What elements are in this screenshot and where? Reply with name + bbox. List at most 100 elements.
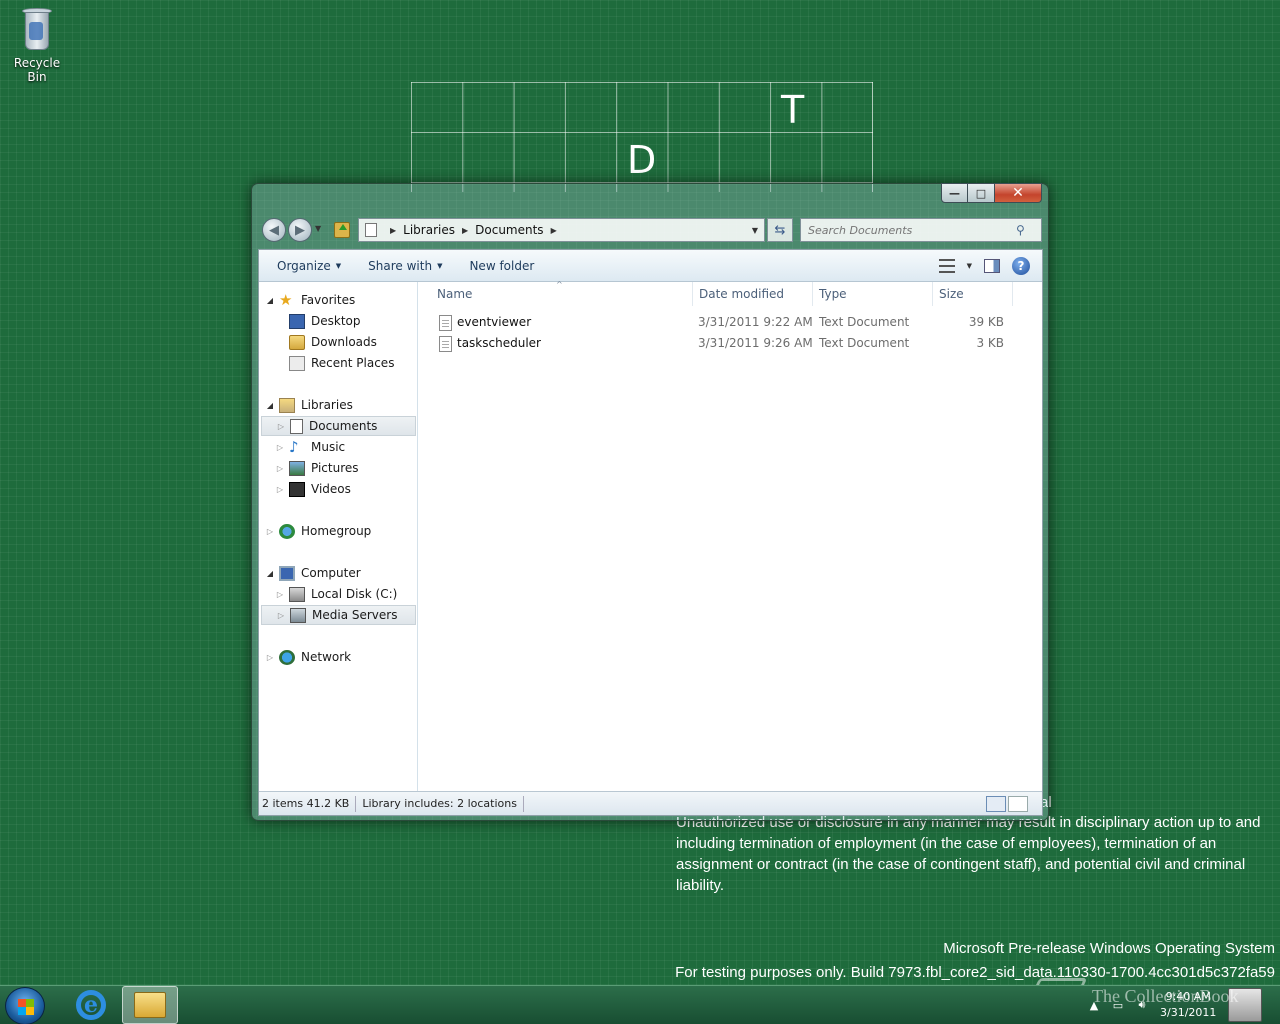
document-icon xyxy=(365,223,377,237)
sidebar-item-label: Desktop xyxy=(311,314,361,328)
sidebar-item-label: Homegroup xyxy=(301,524,372,538)
homegroup-icon xyxy=(279,523,295,539)
sidebar-item-pictures[interactable]: ▷ Pictures xyxy=(275,458,359,478)
desktop-icon xyxy=(289,313,305,329)
address-bar[interactable]: ▶ Libraries ▶ Documents ▶ ▼ xyxy=(358,218,765,242)
navigation-pane: ◢ ★ Favorites Desktop Downloads Recent Pla… xyxy=(259,282,418,792)
close-button[interactable]: ✕ xyxy=(995,183,1042,203)
breadcrumb-libraries[interactable]: Libraries xyxy=(403,223,455,237)
legal-text: Unauthorized use or disclosure in any ma… xyxy=(676,814,1261,894)
file-name[interactable]: eventviewer xyxy=(457,315,531,329)
file-date: 3/31/2011 9:22 AM xyxy=(698,315,813,329)
maximize-button[interactable]: □ xyxy=(968,183,995,203)
taskbar-windows-explorer[interactable] xyxy=(122,986,178,1024)
sidebar-item-network[interactable]: ▷ Network xyxy=(265,647,351,667)
share-with-label: Share with xyxy=(368,258,433,273)
help-icon[interactable]: ? xyxy=(1012,257,1030,275)
file-type: Text Document xyxy=(819,315,910,329)
file-list: ^ Name Date modified Type Size eventview… xyxy=(419,280,1042,792)
internet-explorer-icon: e xyxy=(76,990,106,1020)
breadcrumb-documents[interactable]: Documents xyxy=(475,223,543,237)
breadcrumb-arrow-icon[interactable]: ▶ xyxy=(551,226,557,235)
details-view-icon[interactable] xyxy=(986,796,1006,812)
sidebar-item-media-servers[interactable]: ▷ Media Servers xyxy=(261,605,416,625)
text-document-icon xyxy=(439,336,452,352)
status-item-count: 2 items 41.2 KB xyxy=(259,795,357,812)
collapsed-arrow-icon[interactable]: ▷ xyxy=(276,611,286,620)
change-view-icon[interactable] xyxy=(938,259,955,273)
column-header-type[interactable]: Type xyxy=(813,282,933,306)
share-with-button[interactable]: Share with ▼ xyxy=(359,259,451,273)
refresh-button[interactable]: ⇆ xyxy=(767,218,793,242)
sidebar-item-videos[interactable]: ▷ Videos xyxy=(275,479,351,499)
collapsed-arrow-icon[interactable]: ▷ xyxy=(265,527,275,536)
collapsed-arrow-icon[interactable]: ▷ xyxy=(265,653,275,662)
expanded-arrow-icon[interactable]: ◢ xyxy=(265,401,275,410)
clock-date: 3/31/2011 xyxy=(1160,1006,1217,1019)
breadcrumb-arrow-icon[interactable]: ▶ xyxy=(390,226,396,235)
search-input[interactable] xyxy=(801,223,1016,237)
folder-up-icon[interactable] xyxy=(334,222,350,238)
sidebar-item-favorites[interactable]: ◢ ★ Favorites xyxy=(265,290,355,310)
sidebar-item-label: Media Servers xyxy=(312,608,398,622)
sidebar-item-music[interactable]: ▷ ♪ Music xyxy=(275,437,345,457)
search-box[interactable]: ⚲ xyxy=(800,218,1042,242)
collapsed-arrow-icon[interactable]: ▷ xyxy=(275,485,285,494)
os-watermark-line: Microsoft Pre-release Windows Operating … xyxy=(943,940,1275,957)
back-button[interactable]: ◀ xyxy=(262,218,286,242)
taskbar-internet-explorer[interactable]: e xyxy=(63,986,119,1024)
sidebar-item-desktop[interactable]: Desktop xyxy=(275,311,361,331)
column-header-size[interactable]: Size xyxy=(933,282,1013,306)
sidebar-item-label: Documents xyxy=(309,419,378,433)
column-header-date-modified[interactable]: Date modified xyxy=(693,282,813,306)
forward-button[interactable]: ▶ xyxy=(288,218,312,242)
sidebar-item-homegroup[interactable]: ▷ Homegroup xyxy=(265,521,371,541)
videos-icon xyxy=(289,481,305,497)
sidebar-item-label: Videos xyxy=(311,482,351,496)
star-icon: ★ xyxy=(279,290,293,309)
sidebar-item-label: Network xyxy=(301,650,352,664)
file-size: 3 KB xyxy=(976,336,1004,350)
organize-button[interactable]: Organize ▼ xyxy=(268,259,350,273)
organize-label: Organize xyxy=(277,258,331,273)
preview-pane-icon[interactable] xyxy=(984,259,1000,273)
wallpaper-letter-t: T xyxy=(781,88,805,132)
explorer-window[interactable]: — □ ✕ ◀ ▶ ▼ ▶ Libraries ▶ Documents ▶ ▼ … xyxy=(251,183,1049,821)
start-button[interactable] xyxy=(5,987,45,1024)
recent-places-icon xyxy=(289,355,305,371)
sidebar-item-label: Music xyxy=(311,440,346,454)
sidebar-item-local-disk[interactable]: ▷ Local Disk (C:) xyxy=(275,584,397,604)
large-icons-view-icon[interactable] xyxy=(1008,796,1028,812)
sidebar-item-recent-places[interactable]: Recent Places xyxy=(275,353,394,373)
collapsed-arrow-icon[interactable]: ▷ xyxy=(275,590,285,599)
collapsed-arrow-icon[interactable]: ▷ xyxy=(275,464,285,473)
sidebar-item-label: Computer xyxy=(301,566,361,580)
sidebar-item-libraries[interactable]: ◢ Libraries xyxy=(265,395,353,415)
file-row[interactable]: taskscheduler 3/31/2011 9:26 AM Text Doc… xyxy=(433,333,1053,353)
breadcrumb-arrow-icon[interactable]: ▶ xyxy=(462,226,468,235)
new-folder-button[interactable]: New folder xyxy=(460,259,543,273)
file-row[interactable]: eventviewer 3/31/2011 9:22 AM Text Docum… xyxy=(433,312,1053,332)
expanded-arrow-icon[interactable]: ◢ xyxy=(265,569,275,578)
sidebar-item-computer[interactable]: ◢ Computer xyxy=(265,563,361,583)
sidebar-item-documents[interactable]: ▷ Documents xyxy=(261,416,416,436)
caption-buttons: — □ ✕ xyxy=(941,183,1042,203)
explorer-pane: Organize ▼ Share with ▼ New folder ▼ ? ◢ ★ F… xyxy=(258,249,1043,816)
expanded-arrow-icon[interactable]: ◢ xyxy=(265,296,275,305)
search-icon[interactable]: ⚲ xyxy=(1016,223,1025,237)
legal-notice: al Unauthorized use or disclosure in any… xyxy=(676,794,1276,896)
collapsed-arrow-icon[interactable]: ▷ xyxy=(276,422,286,431)
recycle-bin[interactable]: Recycle Bin xyxy=(4,6,70,84)
file-name[interactable]: taskscheduler xyxy=(457,336,541,350)
column-header-name[interactable]: Name xyxy=(431,282,693,306)
minimize-button[interactable]: — xyxy=(941,183,968,203)
network-icon xyxy=(279,649,295,665)
watermark-text: The CollectionBook xyxy=(1092,986,1239,1006)
sidebar-item-downloads[interactable]: Downloads xyxy=(275,332,377,352)
recent-pages-dropdown[interactable]: ▼ xyxy=(315,224,321,233)
arrow-right-icon: ▶ xyxy=(295,222,305,238)
view-dropdown-icon[interactable]: ▼ xyxy=(967,262,972,270)
sidebar-item-label: Recent Places xyxy=(311,356,395,370)
address-dropdown-icon[interactable]: ▼ xyxy=(752,226,758,235)
collapsed-arrow-icon[interactable]: ▷ xyxy=(275,443,285,452)
